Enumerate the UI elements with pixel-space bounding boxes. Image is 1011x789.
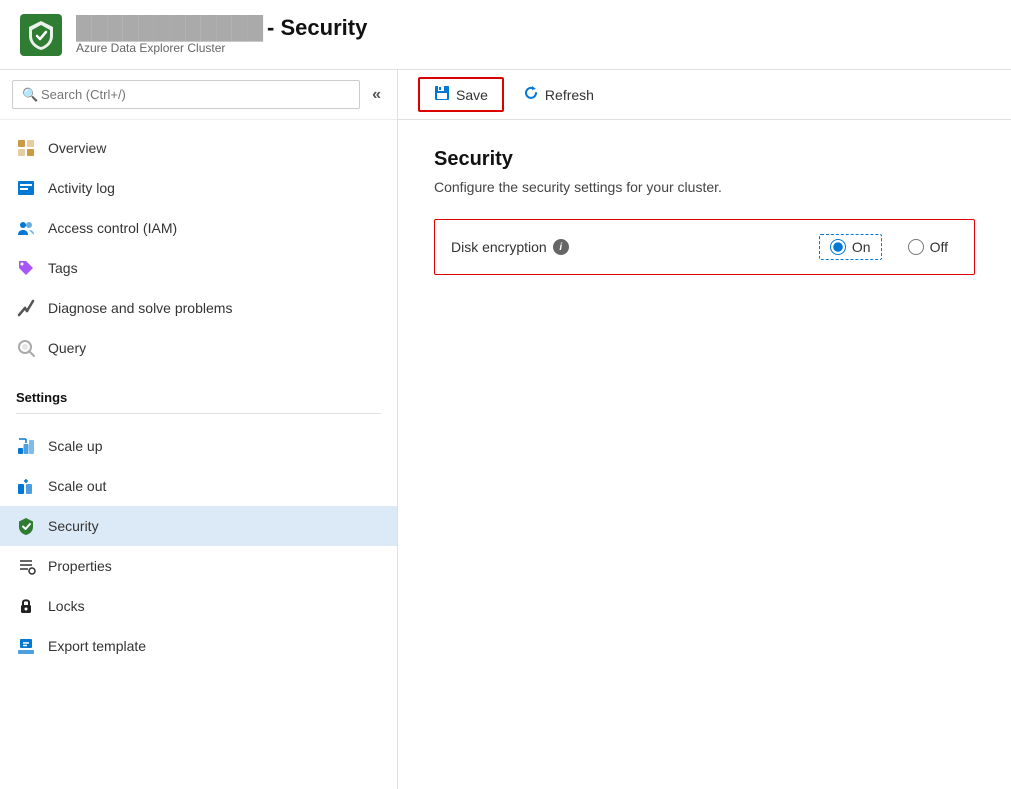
scaleout-icon <box>16 476 36 496</box>
iam-icon <box>16 218 36 238</box>
page-title: ████████████- Security <box>76 15 367 41</box>
sidebar-item-activity-log[interactable]: Activity log <box>0 168 397 208</box>
nav-divider <box>16 413 381 414</box>
activity-icon <box>16 178 36 198</box>
sidebar-item-diagnose-label: Diagnose and solve problems <box>48 300 232 316</box>
scaleup-icon <box>16 436 36 456</box>
sidebar-item-iam-label: Access control (IAM) <box>48 220 177 236</box>
section-desc: Configure the security settings for your… <box>434 179 975 195</box>
resource-icon <box>20 14 62 56</box>
sidebar-item-overview-label: Overview <box>48 140 106 156</box>
save-label: Save <box>456 87 488 103</box>
disk-encryption-row: Disk encryption i On Off <box>434 219 975 275</box>
security-icon <box>16 516 36 536</box>
sidebar-item-export[interactable]: Export template <box>0 626 397 666</box>
page-subtitle: Azure Data Explorer Cluster <box>76 41 367 55</box>
sidebar-item-export-label: Export template <box>48 638 146 654</box>
settings-section-label: Settings <box>0 376 397 409</box>
export-icon <box>16 636 36 656</box>
sidebar-item-diagnose[interactable]: Diagnose and solve problems <box>0 288 397 328</box>
diagnose-icon <box>16 298 36 318</box>
sidebar-item-scaleup-label: Scale up <box>48 438 102 454</box>
disk-encryption-label: Disk encryption i <box>451 239 819 255</box>
sidebar-item-access-control[interactable]: Access control (IAM) <box>0 208 397 248</box>
sidebar: 🔍 « Overview <box>0 70 398 789</box>
save-button[interactable]: Save <box>418 77 504 112</box>
search-icon: 🔍 <box>22 87 38 103</box>
header-title-block: ████████████- Security Azure Data Explor… <box>76 15 367 55</box>
search-container: 🔍 « <box>0 70 397 120</box>
overview-icon <box>16 138 36 158</box>
settings-nav-list: Scale up Scale out <box>0 418 397 674</box>
sidebar-item-locks[interactable]: Locks <box>0 586 397 626</box>
tags-icon <box>16 258 36 278</box>
sidebar-item-tags[interactable]: Tags <box>0 248 397 288</box>
disk-encryption-on-option[interactable]: On <box>819 234 882 260</box>
toolbar: Save Refresh <box>398 70 1011 120</box>
disk-encryption-off-option[interactable]: Off <box>898 235 958 259</box>
search-input[interactable] <box>12 80 360 109</box>
content-area: Save Refresh Security Configure the secu… <box>398 70 1011 789</box>
query-icon <box>16 338 36 358</box>
sidebar-item-scale-up[interactable]: Scale up <box>0 426 397 466</box>
content-body: Security Configure the security settings… <box>398 120 1011 303</box>
sidebar-item-properties-label: Properties <box>48 558 112 574</box>
sidebar-item-security[interactable]: Security <box>0 506 397 546</box>
locks-icon <box>16 596 36 616</box>
sidebar-item-query[interactable]: Query <box>0 328 397 368</box>
section-title: Security <box>434 148 975 171</box>
main-layout: 🔍 « Overview <box>0 70 1011 789</box>
save-icon <box>434 85 450 104</box>
sidebar-item-scale-out[interactable]: Scale out <box>0 466 397 506</box>
sidebar-item-properties[interactable]: Properties <box>0 546 397 586</box>
properties-icon <box>16 556 36 576</box>
nav-list: Overview Activity log <box>0 120 397 376</box>
sidebar-item-locks-label: Locks <box>48 598 85 614</box>
disk-encryption-radio-group: On Off <box>819 234 958 260</box>
sidebar-item-security-label: Security <box>48 518 99 534</box>
sidebar-item-activity-label: Activity log <box>48 180 115 196</box>
sidebar-item-tags-label: Tags <box>48 260 78 276</box>
disk-encryption-off-radio[interactable] <box>908 239 924 255</box>
refresh-icon <box>523 85 539 104</box>
on-label: On <box>852 239 871 255</box>
collapse-button[interactable]: « <box>368 84 385 106</box>
sidebar-item-overview[interactable]: Overview <box>0 128 397 168</box>
off-label: Off <box>930 239 948 255</box>
sidebar-item-query-label: Query <box>48 340 86 356</box>
info-icon[interactable]: i <box>553 239 569 255</box>
disk-encryption-on-radio[interactable] <box>830 239 846 255</box>
refresh-button[interactable]: Refresh <box>508 78 609 111</box>
refresh-label: Refresh <box>545 87 594 103</box>
page-header: ████████████- Security Azure Data Explor… <box>0 0 1011 70</box>
sidebar-item-scaleout-label: Scale out <box>48 478 106 494</box>
